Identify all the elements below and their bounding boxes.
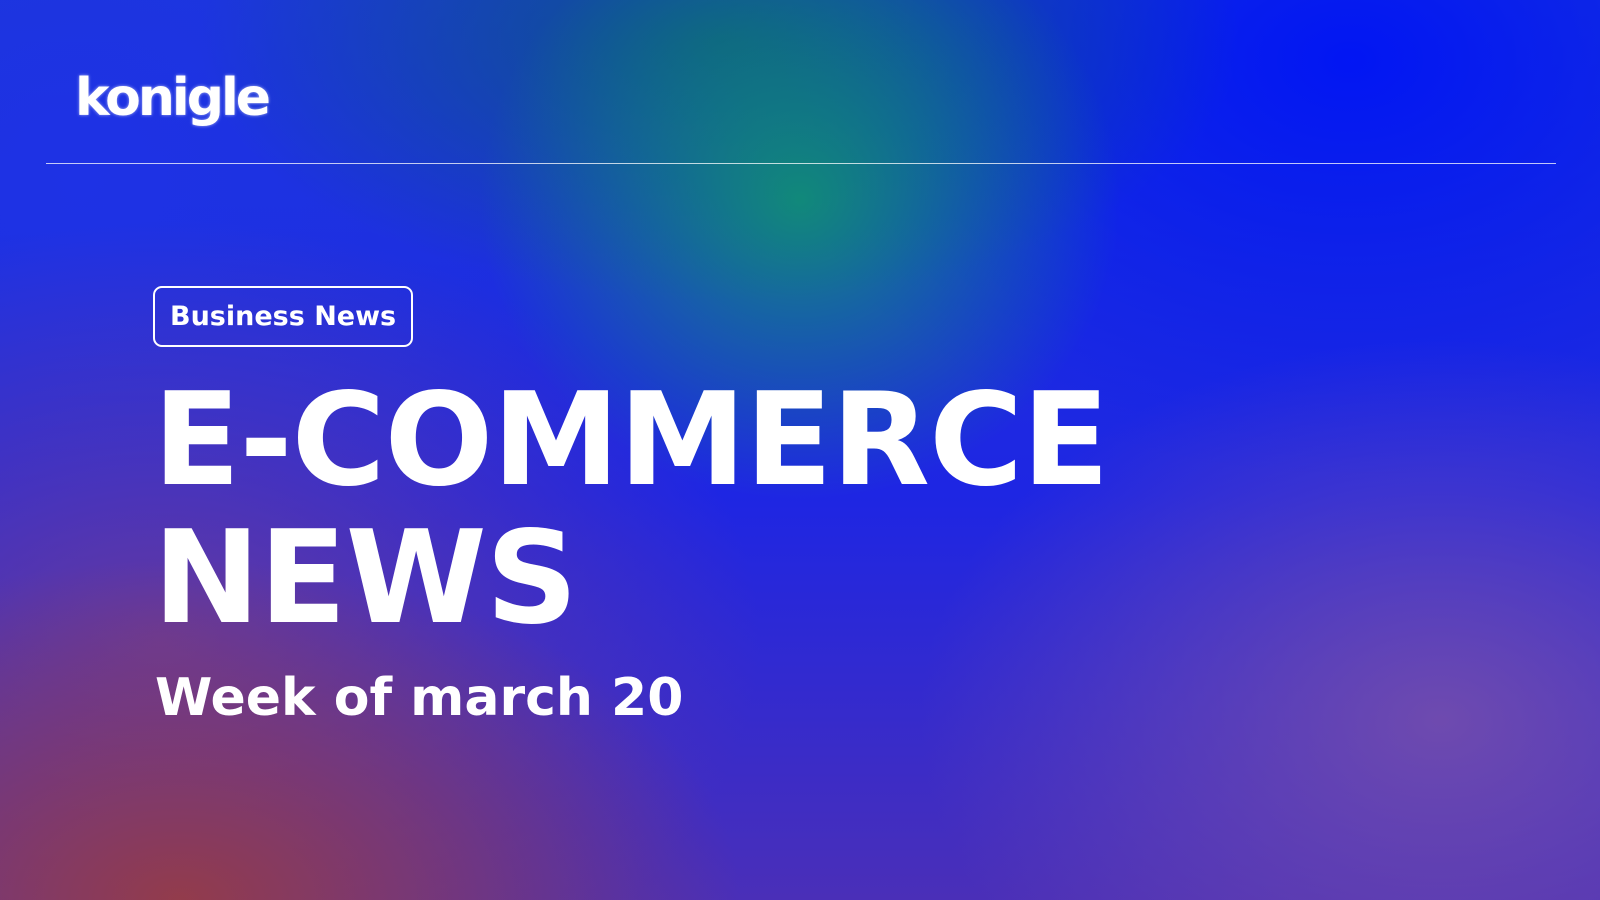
category-tag: Business News [153, 286, 414, 347]
page-title: E-COMMERCE NEWS [153, 366, 1109, 653]
header: konigle [0, 0, 1600, 165]
headline-line-2: NEWS [153, 504, 578, 653]
header-divider [46, 163, 1556, 164]
brand-logo[interactable]: konigle [75, 72, 271, 124]
headline-line-1: E-COMMERCE [153, 366, 1109, 515]
subtitle-date: Week of march 20 [155, 668, 684, 728]
category-tag-container: Business News [153, 286, 414, 347]
